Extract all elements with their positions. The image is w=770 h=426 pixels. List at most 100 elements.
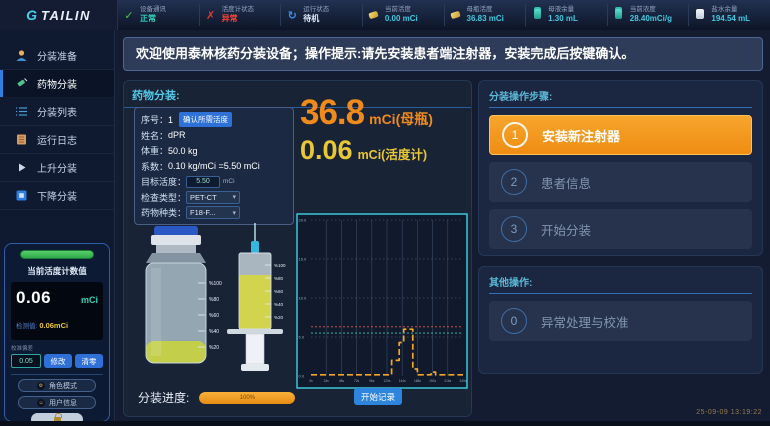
vial-icon	[531, 9, 543, 22]
sidebar-item-log[interactable]: 运行日志	[0, 126, 114, 154]
status-value: 0.00 mCi	[385, 14, 418, 24]
sidebar-item-dispense[interactable]: 药物分装	[0, 70, 114, 98]
step-number: 0	[501, 308, 527, 334]
name-label: 姓名：	[141, 129, 168, 142]
sidebar-item-list[interactable]: 分装列表	[0, 98, 114, 126]
play-icon	[14, 161, 28, 175]
svg-text:5.0: 5.0	[299, 335, 305, 340]
sidebar-item-lower[interactable]: 下降分装	[0, 182, 114, 210]
progress-label: 分装进度:	[138, 389, 189, 406]
user-info-button[interactable]: ☺ 用户信息	[18, 396, 96, 409]
status-current-activity: 当前活度0.00 mCi	[362, 4, 444, 26]
role-mode-button[interactable]: ⚙ 角色模式	[18, 379, 96, 392]
meter-display: 0.06 mCi 检测值: 0.06mCi	[11, 282, 103, 340]
serial-label: 序号：	[141, 113, 168, 126]
step-number: 2	[501, 169, 527, 195]
steps-title: 分装操作步骤:	[489, 81, 752, 108]
status-title: 活度计状态	[222, 6, 255, 14]
offset-label: 校准偏差	[11, 344, 103, 352]
exam-label: 检查类型：	[141, 191, 186, 204]
saline-icon	[694, 9, 706, 22]
chevron-down-icon: ▾	[233, 209, 237, 217]
status-value: 正常	[140, 14, 166, 24]
vial-graphic: %100 %80 %60 %40 %20	[146, 226, 222, 363]
mother-activity-value: 36.8	[300, 93, 364, 133]
modify-button[interactable]: 修改	[44, 354, 72, 368]
step-number: 1	[502, 122, 528, 148]
container-graphics: %100 %80 %60 %40 %20	[132, 221, 296, 384]
welcome-banner: 欢迎使用泰林核药分装设备；操作提示:请先安装患者端注射器，安装完成后按键确认。	[123, 37, 763, 71]
mother-activity-unit: mCi(母瓶)	[369, 109, 433, 129]
source-icon	[368, 9, 380, 21]
svg-text:192s: 192s	[429, 379, 436, 383]
meter-activity-value: 0.06	[300, 135, 353, 166]
target-activity-input[interactable]	[186, 176, 220, 188]
status-value: 异常	[222, 14, 255, 24]
svg-text:%60: %60	[274, 289, 284, 294]
status-run-state: ↻ 运行状态待机	[280, 4, 362, 26]
sidebar-item-label: 分装准备	[37, 48, 77, 63]
sidebar-item-label: 药物分装	[37, 76, 77, 91]
progress-fill: 100%	[199, 392, 295, 404]
coef-label: 系数：	[141, 160, 168, 173]
zero-button[interactable]: 清零	[75, 354, 103, 368]
svg-text:168s: 168s	[414, 379, 421, 383]
svg-text:%80: %80	[274, 276, 284, 281]
syringe-graphic: %100 %80 %60 %40 %20	[227, 223, 286, 371]
status-bar: ✓ 设备通讯正常 ✗ 活度计状态异常 ↻ 运行状态待机 当前活度0.00 mCi…	[118, 0, 770, 30]
meter-activity-unit: mCi(活度计)	[358, 144, 427, 163]
sidebar-item-raise[interactable]: 上升分装	[0, 154, 114, 182]
status-title: 盐水余量	[711, 6, 750, 14]
svg-text:20.0: 20.0	[299, 218, 308, 223]
sidebar-item-prepare[interactable]: 分装准备	[0, 42, 114, 70]
svg-text:0.0: 0.0	[299, 374, 305, 379]
step-patient-info[interactable]: 2 患者信息	[489, 162, 752, 202]
sidebar-item-label: 运行日志	[37, 132, 77, 147]
serial-value: 1	[168, 115, 173, 125]
start-record-button[interactable]: 开始记录	[354, 388, 402, 405]
step-label: 开始分装	[541, 220, 591, 239]
target-label: 目标活度：	[141, 175, 186, 188]
syringe-icon	[14, 77, 28, 91]
step-exception-calibration[interactable]: 0 异常处理与校准	[489, 301, 752, 341]
status-meter-state: ✗ 活度计状态异常	[199, 4, 281, 26]
svg-text:%100: %100	[274, 263, 286, 268]
chart-area: 20.015.010.05.00.00s24s48s72s96s120s144s…	[296, 213, 468, 394]
weight-label: 体重：	[141, 144, 168, 157]
status-indicator	[20, 250, 94, 259]
status-saline-volume: 盐水余量194.54 mL	[688, 4, 770, 26]
exam-type-select[interactable]: PET-CT ▾	[186, 191, 240, 204]
tailin-logo: G TAILIN	[0, 0, 118, 30]
sidebar-item-label: 下降分装	[37, 188, 77, 203]
svg-text:%40: %40	[274, 302, 284, 307]
name-value: dPR	[168, 130, 186, 140]
exam-value: PET-CT	[190, 193, 217, 202]
svg-text:0s: 0s	[309, 379, 313, 383]
stop-icon	[14, 189, 28, 203]
status-title: 当前浓度	[630, 6, 672, 14]
meter-value: 0.06	[16, 288, 51, 308]
drug-type-select[interactable]: F18-F... ▾	[186, 206, 240, 219]
activity-chart: 20.015.010.05.00.00s24s48s72s96s120s144s…	[296, 213, 468, 389]
sidebar-item-label: 分装列表	[37, 104, 77, 119]
dispense-panel: 药物分装: 序号： 1 确认所需活度 姓名： dPR 体重： 50.0 kg 系…	[123, 80, 472, 417]
chevron-down-icon: ▾	[233, 193, 237, 201]
svg-text:10.0: 10.0	[299, 296, 308, 301]
patient-form: 序号： 1 确认所需活度 姓名： dPR 体重： 50.0 kg 系数： 0.1…	[134, 107, 294, 225]
svg-text:%40: %40	[209, 329, 219, 335]
meter-unit: mCi	[81, 295, 98, 305]
confirm-activity-button[interactable]: 确认所需活度	[179, 112, 232, 127]
step-install-syringe[interactable]: 1 安装新注射器	[489, 115, 752, 155]
svg-text:144s: 144s	[399, 379, 406, 383]
status-title: 当前活度	[385, 6, 418, 14]
step-label: 异常处理与校准	[541, 312, 629, 331]
activity-meter-panel: 当前活度计数值 0.06 mCi 检测值: 0.06mCi 校准偏差 修改 清零…	[4, 243, 110, 422]
step-start-dispense[interactable]: 3 开始分装	[489, 209, 752, 249]
svg-text:96s: 96s	[369, 379, 375, 383]
svg-text:72s: 72s	[354, 379, 360, 383]
pill-label: 用户信息	[49, 398, 77, 408]
detect-value: 0.06mCi	[39, 321, 68, 330]
timestamp: 25-09-09 13:19:22	[696, 409, 762, 416]
coef-value: 0.10 kg/mCi =5.50 mCi	[168, 161, 260, 171]
offset-input[interactable]	[11, 354, 41, 368]
